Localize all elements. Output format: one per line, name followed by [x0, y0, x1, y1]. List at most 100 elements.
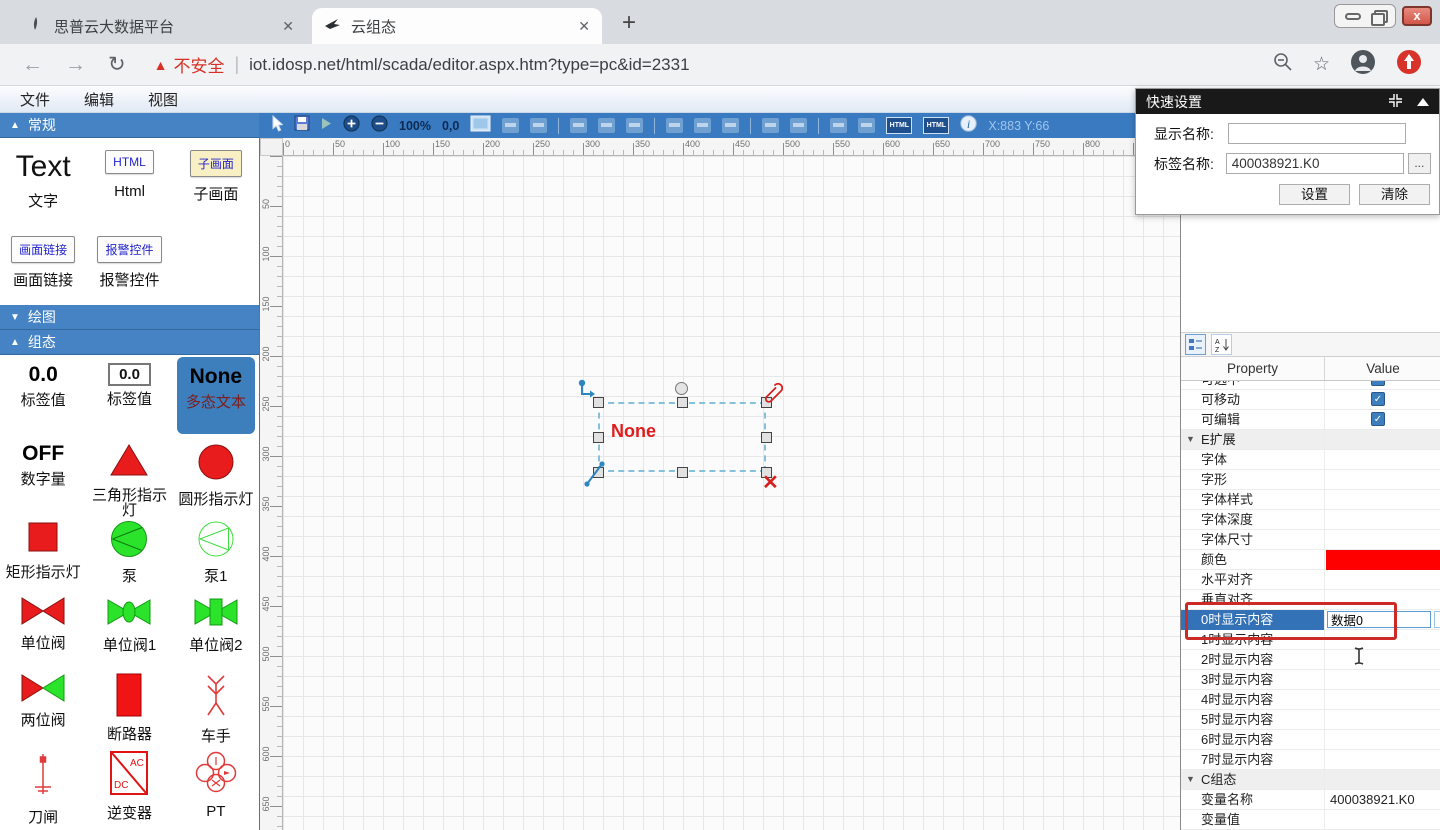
info-icon[interactable]: i	[960, 115, 977, 137]
property-row[interactable]: 字体深度	[1181, 510, 1440, 530]
set-button[interactable]: 设置	[1279, 184, 1350, 205]
collapse-panel-icon[interactable]	[1417, 98, 1429, 106]
palette-item[interactable]: Text文字	[0, 138, 86, 224]
delete-element-icon[interactable]: ✕	[762, 470, 779, 495]
property-value[interactable]: ✓	[1324, 390, 1440, 410]
palette-item[interactable]: 泵	[86, 511, 172, 588]
property-value[interactable]: ✓	[1324, 381, 1440, 390]
resize-handle[interactable]	[677, 467, 688, 478]
property-row[interactable]: 可移动✓	[1181, 390, 1440, 410]
column-property[interactable]: Property	[1181, 357, 1324, 380]
property-row[interactable]: 颜色	[1181, 550, 1440, 570]
property-row[interactable]: 水平对齐	[1181, 570, 1440, 590]
palette-item[interactable]: 0.0标签值	[0, 355, 86, 432]
back-button[interactable]: ←	[22, 53, 43, 77]
property-value[interactable]	[1324, 470, 1440, 490]
palette-item[interactable]: 报警控件报警控件	[86, 224, 172, 310]
palette-item[interactable]: 断路器	[86, 665, 172, 742]
palette-item[interactable]: 圆形指示灯	[173, 434, 259, 511]
palette-item[interactable]: 两位阀	[0, 665, 86, 742]
palette-item[interactable]: 单位阀1	[86, 588, 172, 665]
property-value[interactable]	[1324, 490, 1440, 510]
zoom-out-page-icon[interactable]	[1273, 52, 1293, 77]
property-value[interactable]	[1324, 630, 1440, 650]
tab-close-icon[interactable]: ✕	[282, 18, 294, 35]
property-row[interactable]: 可选中✓	[1181, 381, 1440, 390]
property-value[interactable]	[1324, 710, 1440, 730]
palette-item[interactable]: 泵1	[173, 511, 259, 588]
dock-icon[interactable]	[1388, 93, 1403, 111]
menu-item-0[interactable]: 文件	[20, 89, 50, 110]
color-swatch[interactable]	[1326, 550, 1440, 570]
palette-item[interactable]: ACDC逆变器	[86, 742, 172, 819]
display-name-input[interactable]	[1228, 123, 1406, 144]
tab-close-icon[interactable]: ✕	[578, 18, 590, 35]
property-row[interactable]: 2时显示内容	[1181, 650, 1440, 670]
zoom-in-icon[interactable]	[343, 115, 360, 137]
property-row[interactable]: 字体尺寸	[1181, 530, 1440, 550]
property-value[interactable]	[1324, 770, 1440, 790]
minimize-button[interactable]	[1345, 13, 1361, 20]
property-row[interactable]: 1时显示内容	[1181, 630, 1440, 650]
property-row[interactable]: ▼E扩展	[1181, 430, 1440, 450]
checkbox-icon[interactable]: ✓	[1371, 381, 1385, 386]
property-value[interactable]	[1324, 730, 1440, 750]
property-value[interactable]	[1324, 530, 1440, 550]
tab-dashboard[interactable]: 思普云大数据平台 ✕	[16, 8, 306, 44]
url-text[interactable]: iot.idosp.net/html/scada/editor.aspx.htm…	[249, 55, 689, 75]
property-row[interactable]: 字体样式	[1181, 490, 1440, 510]
property-value[interactable]	[1324, 450, 1440, 470]
property-value[interactable]	[1324, 650, 1440, 670]
property-value[interactable]	[1324, 690, 1440, 710]
property-value[interactable]: 400038921.K0	[1324, 790, 1440, 810]
tab-scada-editor[interactable]: 云组态 ✕	[312, 8, 602, 44]
property-value[interactable]	[1324, 610, 1440, 630]
palette-item[interactable]: 矩形指示灯	[0, 511, 86, 588]
property-value[interactable]	[1324, 570, 1440, 590]
property-row[interactable]: 3时显示内容	[1181, 670, 1440, 690]
column-value[interactable]: Value	[1324, 357, 1440, 380]
run-icon[interactable]	[321, 117, 332, 135]
property-row[interactable]: ▼C组态	[1181, 770, 1440, 790]
checkbox-icon[interactable]: ✓	[1371, 392, 1385, 406]
browse-tag-button[interactable]: ...	[1408, 153, 1431, 174]
profile-avatar[interactable]	[1350, 49, 1376, 80]
section-scada[interactable]: ▲ 组态	[0, 330, 259, 355]
property-row[interactable]: 字形	[1181, 470, 1440, 490]
resize-handle[interactable]	[677, 397, 688, 408]
property-value[interactable]	[1324, 670, 1440, 690]
menu-item-2[interactable]: 视图	[148, 89, 178, 110]
tag-name-input[interactable]	[1226, 153, 1404, 174]
save-icon[interactable]	[294, 115, 310, 136]
resize-handle[interactable]	[593, 432, 604, 443]
palette-item[interactable]: 车手	[173, 665, 259, 742]
property-row[interactable]: 4时显示内容	[1181, 690, 1440, 710]
property-row[interactable]: 变量名称400038921.K0	[1181, 790, 1440, 810]
reload-button[interactable]: ↻	[108, 52, 126, 77]
canvas-settings-icon[interactable]	[470, 115, 491, 137]
property-row[interactable]: 垂直对齐	[1181, 590, 1440, 610]
bookmark-star-icon[interactable]: ☆	[1313, 53, 1330, 76]
property-row[interactable]: 6时显示内容	[1181, 730, 1440, 750]
link-paperclip-icon[interactable]	[761, 382, 783, 411]
export-html2-button[interactable]: HTML	[923, 117, 949, 134]
palette-item[interactable]: PT	[173, 742, 259, 819]
connector-line-icon[interactable]	[583, 459, 607, 494]
menu-item-1[interactable]: 编辑	[84, 89, 114, 110]
property-value[interactable]	[1324, 430, 1440, 450]
quick-settings-titlebar[interactable]: 快速设置	[1136, 89, 1439, 114]
property-row[interactable]: 变量值	[1181, 810, 1440, 830]
property-row[interactable]: 5时显示内容	[1181, 710, 1440, 730]
palette-item[interactable]: 0.0标签值	[86, 355, 172, 432]
property-value[interactable]: ✓	[1324, 410, 1440, 430]
sort-az-icon[interactable]: AZ	[1211, 334, 1232, 355]
property-value[interactable]	[1324, 810, 1440, 830]
design-canvas[interactable]: None ✕	[283, 156, 1180, 830]
security-warning-text[interactable]: 不安全	[173, 52, 224, 77]
resize-handle[interactable]	[761, 432, 772, 443]
categorized-view-icon[interactable]	[1185, 334, 1206, 355]
export-html-button[interactable]: HTML	[886, 117, 912, 134]
palette-item[interactable]: 单位阀2	[173, 588, 259, 665]
restore-button[interactable]	[1371, 10, 1385, 22]
zoom-out-icon[interactable]	[371, 115, 388, 137]
